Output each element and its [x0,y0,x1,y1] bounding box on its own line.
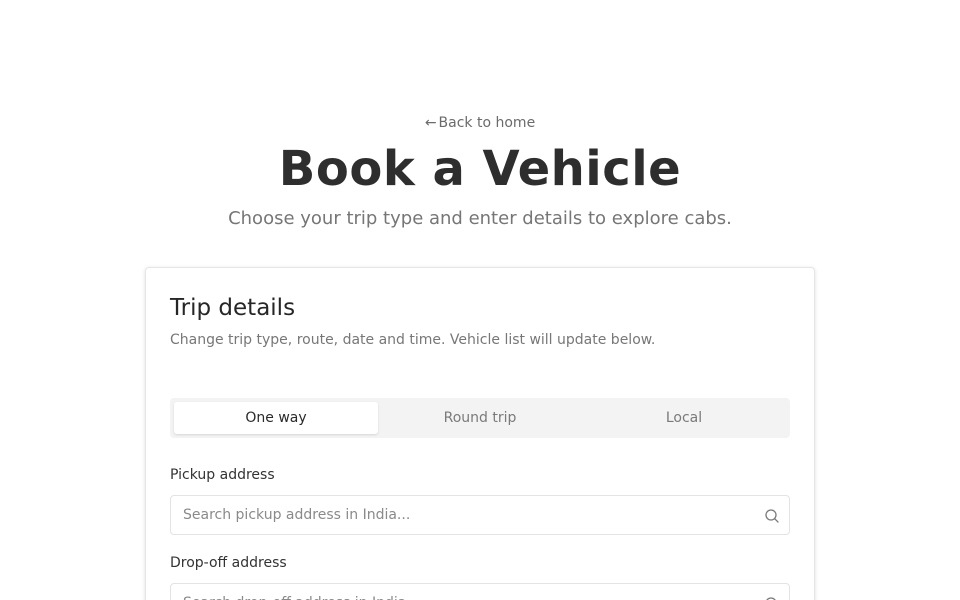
back-to-home-label: Back to home [438,115,536,131]
dropoff-address-field [170,583,790,600]
arrow-left-icon: ← [424,115,437,131]
pickup-address-input[interactable] [171,496,751,534]
dropoff-address-label: Drop-off address [170,555,287,571]
page-title: Book a Vehicle [278,141,682,197]
tab-local[interactable]: Local [582,402,786,434]
search-icon[interactable] [764,508,780,524]
page-subtitle: Choose your trip type and enter details … [228,208,732,229]
pickup-address-field [170,495,790,535]
trip-details-card: Trip details Change trip type, route, da… [145,267,815,600]
tab-one-way[interactable]: One way [174,402,378,434]
page: ← Back to home Book a Vehicle Choose your… [0,0,960,600]
trip-type-tabs: One way Round trip Local [170,398,790,438]
dropoff-address-input[interactable] [171,584,751,600]
back-to-home-link[interactable]: ← Back to home [0,115,960,131]
pickup-address-label: Pickup address [170,467,275,483]
search-icon[interactable] [764,596,780,600]
tab-round-trip[interactable]: Round trip [378,402,582,434]
card-title: Trip details [170,295,296,321]
card-description: Change trip type, route, date and time. … [170,332,656,348]
